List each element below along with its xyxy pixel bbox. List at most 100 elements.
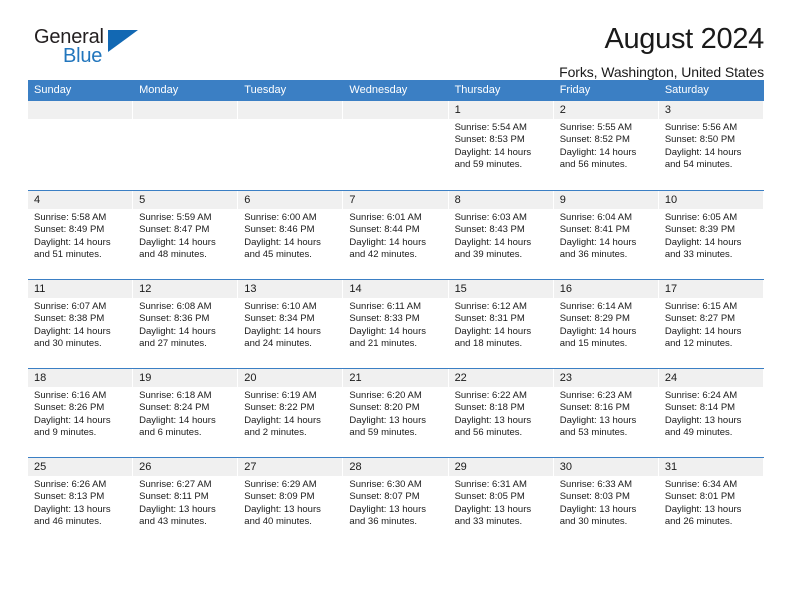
calendar-day-cell[interactable]: 27 Sunrise: 6:29 AM Sunset: 8:09 PM Dayligh… bbox=[238, 458, 344, 546]
calendar-day-cell[interactable]: 31 Sunrise: 6:34 AM Sunset: 8:01 PM Dayligh… bbox=[658, 458, 764, 546]
day-sun-info: Sunrise: 5:56 AM Sunset: 8:50 PM Daylight:… bbox=[659, 119, 763, 172]
calendar-day-cell[interactable]: 8 Sunrise: 6:03 AM Sunset: 8:43 PM Daylight… bbox=[448, 191, 554, 279]
calendar-day-cell[interactable]: 15 Sunrise: 6:12 AM Sunset: 8:31 PM Dayligh… bbox=[448, 280, 554, 368]
calendar-day-cell[interactable]: 9 Sunrise: 6:04 AM Sunset: 8:41 PM Daylight… bbox=[553, 191, 659, 279]
day-number-band bbox=[238, 101, 343, 119]
daylight-duration-line2: and 48 minutes. bbox=[139, 249, 207, 261]
calendar-day-cell[interactable]: 24 Sunrise: 6:24 AM Sunset: 8:14 PM Dayligh… bbox=[658, 369, 764, 457]
daylight-duration-line2: and 42 minutes. bbox=[349, 249, 418, 261]
calendar-day-cell[interactable]: 2 Sunrise: 5:55 AM Sunset: 8:52 PM Daylight… bbox=[553, 101, 659, 190]
logo-text-blue: Blue bbox=[63, 45, 103, 67]
day-number-band: 25 bbox=[28, 458, 133, 476]
sunrise-time: Sunrise: 6:22 AM bbox=[454, 390, 527, 401]
calendar-day-cell[interactable]: 29 Sunrise: 6:31 AM Sunset: 8:05 PM Dayligh… bbox=[448, 458, 554, 546]
sunset-time: Sunset: 8:41 PM bbox=[559, 224, 630, 236]
daylight-duration-line1: Daylight: 13 hours bbox=[454, 414, 532, 426]
sunrise-time: Sunrise: 6:01 AM bbox=[349, 212, 422, 223]
calendar-day-cell[interactable]: 5 Sunrise: 5:59 AM Sunset: 8:47 PM Daylight… bbox=[133, 191, 239, 279]
sunset-time: Sunset: 8:22 PM bbox=[244, 402, 315, 414]
calendar-day-cell[interactable]: 17 Sunrise: 6:15 AM Sunset: 8:27 PM Dayligh… bbox=[658, 280, 764, 368]
calendar-day-cell[interactable]: 4 Sunrise: 5:58 AM Sunset: 8:49 PM Daylight… bbox=[28, 191, 134, 279]
sunset-time: Sunset: 8:52 PM bbox=[559, 134, 630, 146]
daylight-duration-line1: Daylight: 14 hours bbox=[559, 146, 637, 158]
weekday-header-monday: Monday bbox=[139, 84, 179, 96]
calendar-day-cell[interactable]: 12 Sunrise: 6:08 AM Sunset: 8:36 PM Dayligh… bbox=[133, 280, 239, 368]
sunrise-time: Sunrise: 5:55 AM bbox=[559, 122, 633, 133]
daylight-duration-line1: Daylight: 14 hours bbox=[664, 236, 742, 248]
day-number-band: 7 bbox=[343, 191, 448, 209]
calendar-day-cell[interactable]: 21 Sunrise: 6:20 AM Sunset: 8:20 PM Dayligh… bbox=[343, 369, 449, 457]
sunset-time: Sunset: 8:50 PM bbox=[664, 134, 736, 146]
calendar-day-cell[interactable]: 6 Sunrise: 6:00 AM Sunset: 8:46 PM Daylight… bbox=[238, 191, 344, 279]
general-blue-logo[interactable]: General Blue bbox=[34, 26, 164, 74]
daylight-duration-line1: Daylight: 14 hours bbox=[559, 325, 637, 337]
calendar-day-cell[interactable]: 11 Sunrise: 6:07 AM Sunset: 8:38 PM Dayligh… bbox=[28, 280, 134, 368]
calendar-day-cell[interactable]: 30 Sunrise: 6:33 AM Sunset: 8:03 PM Dayligh… bbox=[553, 458, 659, 546]
day-number: 28 bbox=[349, 461, 362, 473]
day-number: 2 bbox=[559, 104, 566, 116]
day-sun-info: Sunrise: 6:23 AM Sunset: 8:16 PM Daylight:… bbox=[554, 387, 658, 440]
day-sun-info: Sunrise: 6:14 AM Sunset: 8:29 PM Daylight:… bbox=[554, 298, 658, 351]
calendar-day-cell[interactable]: 26 Sunrise: 6:27 AM Sunset: 8:11 PM Dayligh… bbox=[133, 458, 239, 546]
sunrise-time: Sunrise: 6:05 AM bbox=[664, 212, 738, 223]
daylight-duration-line1: Daylight: 14 hours bbox=[349, 325, 426, 337]
calendar-day-cell[interactable]: 13 Sunrise: 6:10 AM Sunset: 8:34 PM Dayligh… bbox=[238, 280, 344, 368]
day-number-band: 10 bbox=[658, 191, 763, 209]
daylight-duration-line2: and 45 minutes. bbox=[244, 249, 312, 261]
calendar-day-cell[interactable]: 19 Sunrise: 6:18 AM Sunset: 8:24 PM Dayligh… bbox=[133, 369, 239, 457]
daylight-duration-line2: and 9 minutes. bbox=[34, 427, 97, 439]
calendar-day-cell[interactable]: 7 Sunrise: 6:01 AM Sunset: 8:44 PM Daylight… bbox=[343, 191, 449, 279]
calendar-day-cell[interactable]: 28 Sunrise: 6:30 AM Sunset: 8:07 PM Dayligh… bbox=[343, 458, 449, 546]
sunrise-time: Sunrise: 6:20 AM bbox=[349, 390, 422, 401]
calendar-grid: Sunday Monday Tuesday Wednesday Thursday… bbox=[28, 80, 764, 546]
day-sun-info: Sunrise: 6:24 AM Sunset: 8:14 PM Daylight:… bbox=[659, 387, 763, 440]
sunset-time: Sunset: 8:53 PM bbox=[454, 134, 525, 146]
day-number-band: 29 bbox=[448, 458, 553, 476]
calendar-day-cell[interactable]: 22 Sunrise: 6:22 AM Sunset: 8:18 PM Dayligh… bbox=[448, 369, 554, 457]
day-number-band: 24 bbox=[658, 369, 763, 387]
calendar-day-cell[interactable]: 1 Sunrise: 5:54 AM Sunset: 8:53 PM Daylight… bbox=[448, 101, 554, 190]
calendar-day-cell[interactable]: 16 Sunrise: 6:14 AM Sunset: 8:29 PM Dayligh… bbox=[553, 280, 659, 368]
calendar-day-cell[interactable]: 14 Sunrise: 6:11 AM Sunset: 8:33 PM Dayligh… bbox=[343, 280, 449, 368]
day-number-band: 21 bbox=[343, 369, 448, 387]
daylight-duration-line2: and 59 minutes. bbox=[349, 427, 418, 439]
daylight-duration-line1: Daylight: 14 hours bbox=[34, 236, 111, 248]
calendar-week-row: 4 Sunrise: 5:58 AM Sunset: 8:49 PM Daylight… bbox=[28, 190, 764, 279]
calendar-day-cell-empty bbox=[28, 101, 134, 190]
sunset-time: Sunset: 8:47 PM bbox=[139, 224, 210, 236]
sunrise-time: Sunrise: 6:04 AM bbox=[559, 212, 633, 223]
sunrise-time: Sunrise: 6:15 AM bbox=[664, 301, 738, 312]
calendar-day-cell[interactable]: 23 Sunrise: 6:23 AM Sunset: 8:16 PM Dayligh… bbox=[553, 369, 659, 457]
day-number-band bbox=[133, 101, 238, 119]
day-number: 31 bbox=[664, 461, 678, 473]
day-number-band: 23 bbox=[553, 369, 658, 387]
day-number-band: 26 bbox=[133, 458, 238, 476]
day-sun-info: Sunrise: 6:34 AM Sunset: 8:01 PM Daylight:… bbox=[659, 476, 763, 529]
daylight-duration-line2: and 43 minutes. bbox=[139, 516, 207, 528]
day-number: 26 bbox=[139, 461, 152, 473]
day-number: 22 bbox=[454, 372, 467, 384]
weekday-header-sunday: Sunday bbox=[34, 84, 72, 96]
daylight-duration-line2: and 53 minutes. bbox=[559, 427, 628, 439]
sunset-time: Sunset: 8:05 PM bbox=[454, 491, 525, 503]
day-sun-info: Sunrise: 5:54 AM Sunset: 8:53 PM Daylight:… bbox=[449, 119, 553, 172]
daylight-duration-line1: Daylight: 13 hours bbox=[664, 414, 742, 426]
daylight-duration-line2: and 18 minutes. bbox=[454, 338, 523, 350]
daylight-duration-line1: Daylight: 14 hours bbox=[244, 414, 321, 426]
calendar-day-cell[interactable]: 20 Sunrise: 6:19 AM Sunset: 8:22 PM Dayligh… bbox=[238, 369, 344, 457]
day-number: 16 bbox=[559, 283, 572, 295]
day-number: 27 bbox=[244, 461, 257, 473]
calendar-week-row: 18 Sunrise: 6:16 AM Sunset: 8:26 PM Dayligh… bbox=[28, 368, 764, 457]
sunset-time: Sunset: 8:07 PM bbox=[349, 491, 420, 503]
calendar-day-cell[interactable]: 18 Sunrise: 6:16 AM Sunset: 8:26 PM Dayligh… bbox=[28, 369, 134, 457]
calendar-day-cell[interactable]: 3 Sunrise: 5:56 AM Sunset: 8:50 PM Daylight… bbox=[658, 101, 764, 190]
calendar-day-cell[interactable]: 25 Sunrise: 6:26 AM Sunset: 8:13 PM Dayligh… bbox=[28, 458, 134, 546]
weekday-header-tuesday: Tuesday bbox=[244, 84, 287, 96]
day-sun-info: Sunrise: 5:59 AM Sunset: 8:47 PM Daylight:… bbox=[133, 209, 237, 262]
day-number-band: 27 bbox=[238, 458, 343, 476]
sunset-time: Sunset: 8:01 PM bbox=[664, 491, 736, 503]
sunrise-time: Sunrise: 6:11 AM bbox=[349, 301, 422, 312]
day-number: 20 bbox=[244, 372, 257, 384]
calendar-day-cell[interactable]: 10 Sunrise: 6:05 AM Sunset: 8:39 PM Dayligh… bbox=[658, 191, 764, 279]
daylight-duration-line1: Daylight: 14 hours bbox=[244, 236, 321, 248]
